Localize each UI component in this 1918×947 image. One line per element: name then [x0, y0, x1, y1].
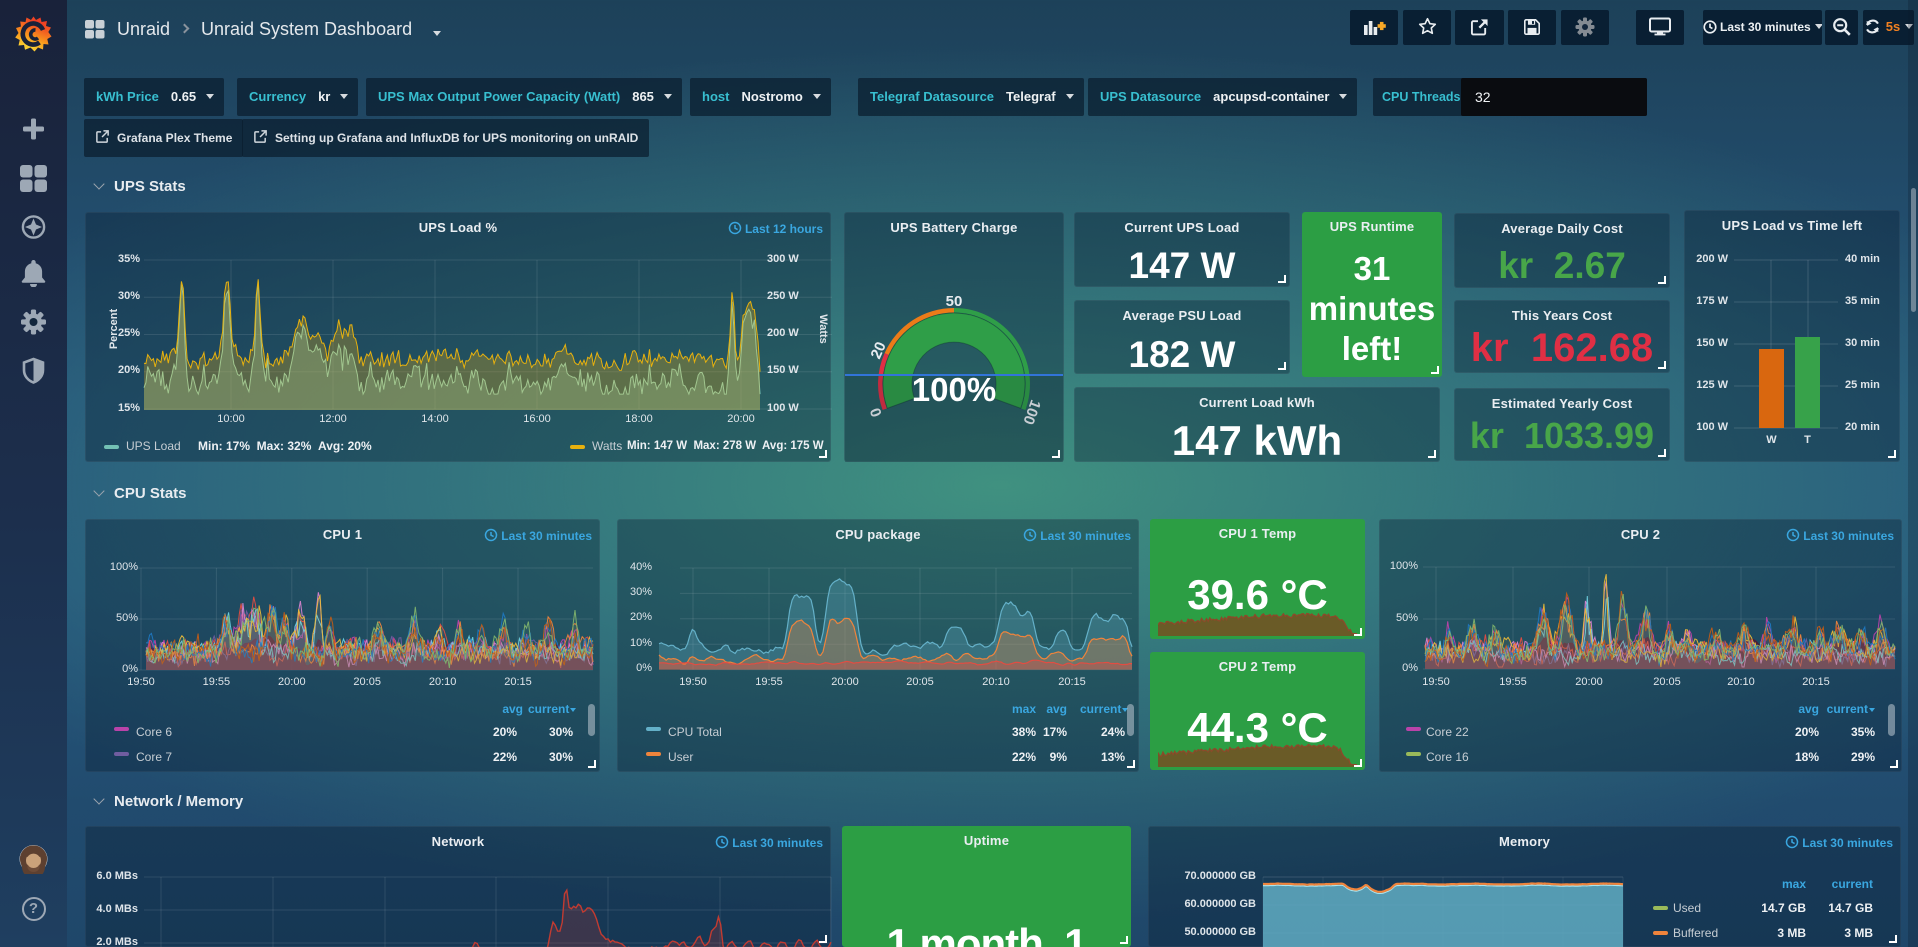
- svg-text:50: 50: [946, 293, 963, 310]
